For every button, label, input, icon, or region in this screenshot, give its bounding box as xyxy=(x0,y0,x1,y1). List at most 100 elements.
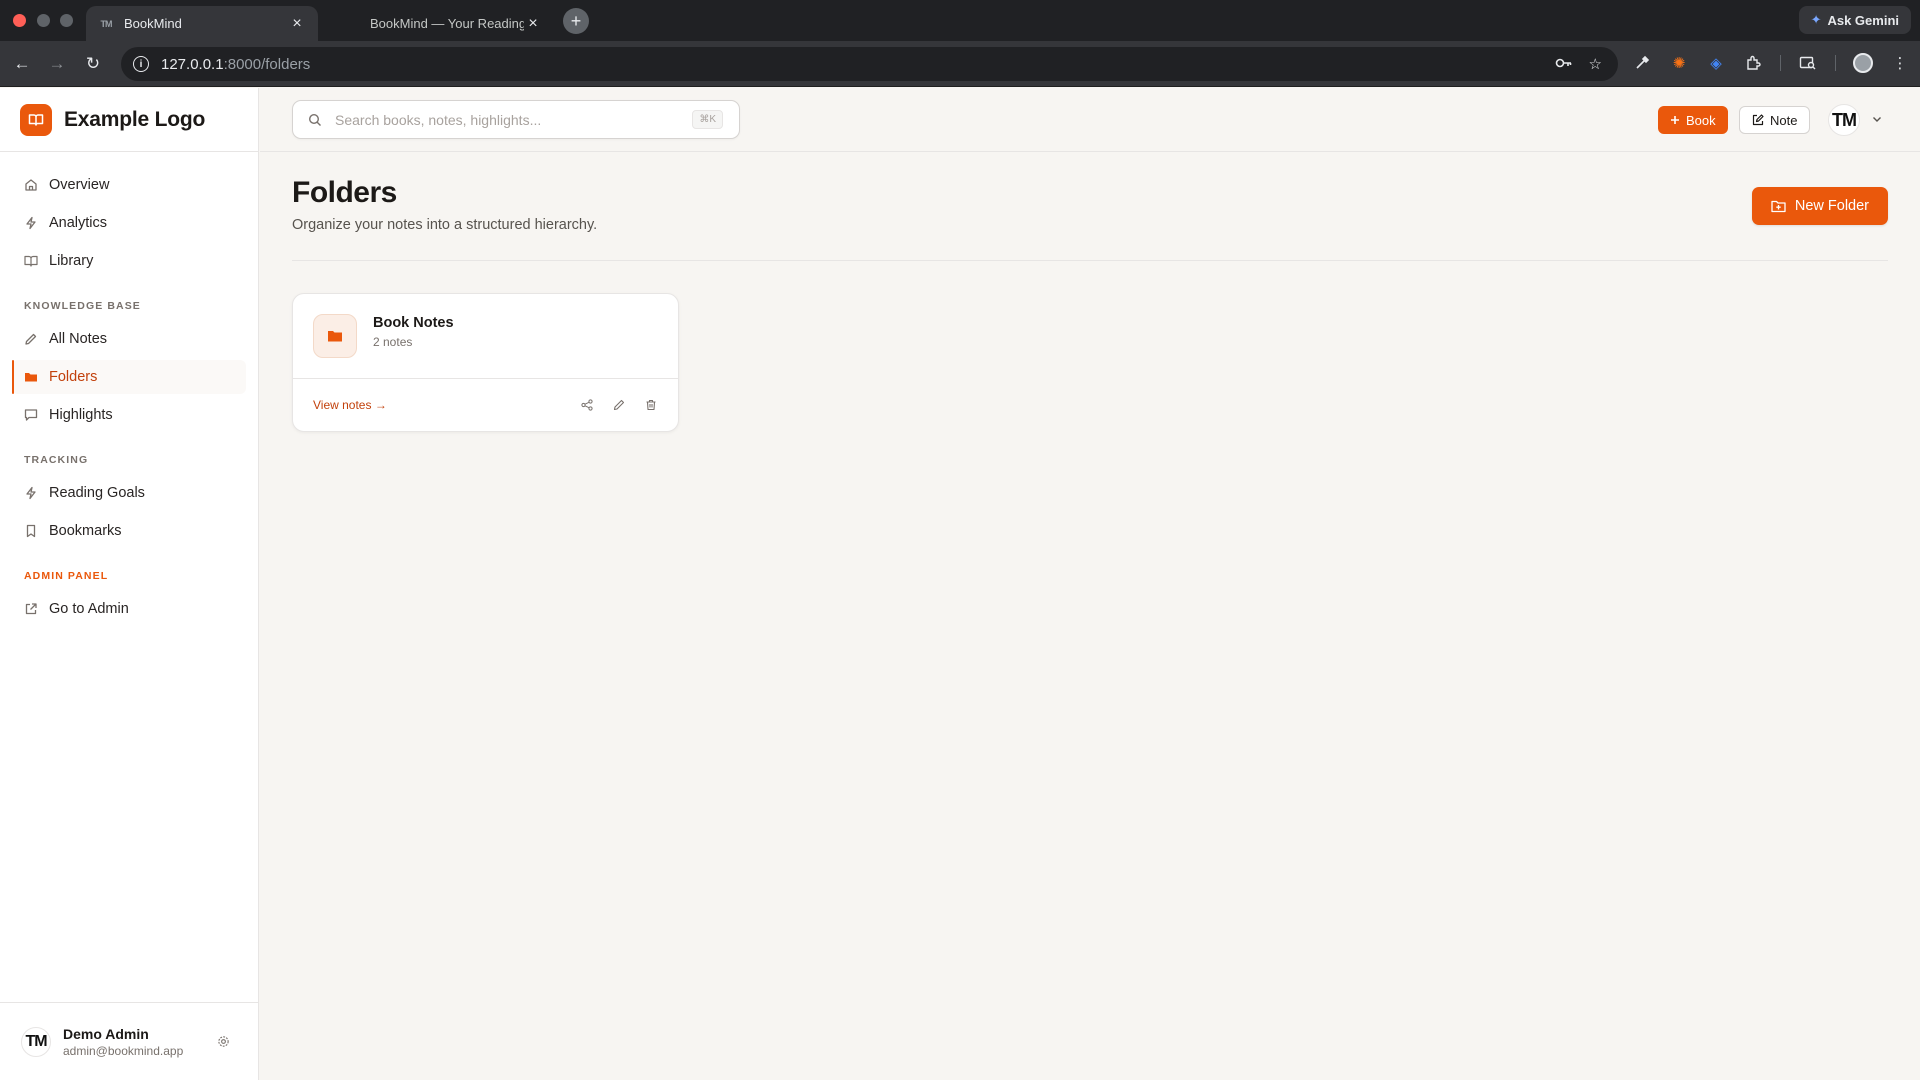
user-profile: TM Demo Admin admin@bookmind.app xyxy=(0,1002,259,1080)
folder-icon xyxy=(313,314,357,358)
tab-title: BookMind xyxy=(124,16,182,31)
add-note-button[interactable]: Note xyxy=(1739,106,1811,134)
sidebar-item-label: Analytics xyxy=(49,215,108,231)
ask-gemini-label: Ask Gemini xyxy=(1827,12,1899,28)
view-notes-link[interactable]: View notes → xyxy=(313,398,580,412)
folder-note-count: 2 notes xyxy=(373,335,413,349)
sidebar-item-library[interactable]: Library xyxy=(12,244,246,278)
page-title: Folders xyxy=(292,176,397,209)
app-topbar: ⌘K Book Note TM xyxy=(260,88,1920,152)
home-icon xyxy=(24,178,38,192)
sidebar-item-label: Reading Goals xyxy=(49,485,145,501)
sidebar-item-highlights[interactable]: Highlights xyxy=(12,398,246,432)
sidebar-item-label: Bookmarks xyxy=(49,523,122,539)
eyedropper-extension-icon[interactable] xyxy=(1632,53,1652,73)
user-meta: Demo Admin admin@bookmind.app xyxy=(63,1026,215,1058)
sidebar-item-overview[interactable]: Overview xyxy=(12,168,246,202)
bolt-icon xyxy=(24,486,38,500)
browser-tab-bar: TM BookMind × BookMind — Your Reading Li… xyxy=(0,0,1920,41)
trash-icon[interactable] xyxy=(644,398,658,412)
book-open-icon xyxy=(24,254,38,268)
share-icon[interactable] xyxy=(580,398,594,412)
folder-plus-icon xyxy=(1771,200,1786,213)
back-arrow-icon[interactable]: ← xyxy=(12,54,32,74)
pencil-icon xyxy=(24,332,38,346)
key-icon[interactable] xyxy=(1555,55,1573,73)
section-admin-panel: ADMIN PANEL xyxy=(24,570,109,582)
folder-icon xyxy=(24,370,38,384)
sidebar-item-all-notes[interactable]: All Notes xyxy=(12,322,246,356)
sidebar-item-reading-goals[interactable]: Reading Goals xyxy=(12,476,246,510)
gear-icon[interactable] xyxy=(215,1034,231,1050)
profile-avatar-icon[interactable] xyxy=(1853,53,1873,73)
sidebar-item-bookmarks[interactable]: Bookmarks xyxy=(12,514,246,548)
window-close-button[interactable] xyxy=(13,14,26,27)
reload-icon[interactable]: ↻ xyxy=(83,54,103,74)
gemini-sparkle-icon: ✦ xyxy=(1810,12,1822,27)
add-book-button[interactable]: Book xyxy=(1658,106,1728,134)
sidebar-item-analytics[interactable]: Analytics xyxy=(12,206,246,240)
user-email: admin@bookmind.app xyxy=(63,1043,184,1058)
window-minimize-button[interactable] xyxy=(37,14,50,27)
forward-arrow-icon[interactable]: → xyxy=(47,54,67,74)
folder-actions xyxy=(580,398,658,412)
new-tab-button[interactable]: + xyxy=(563,8,589,34)
external-link-icon xyxy=(24,602,38,616)
search-input[interactable] xyxy=(335,111,675,128)
extensions-row: ✺ ◈ ⋮ xyxy=(1632,53,1910,73)
section-knowledge-base: KNOWLEDGE BASE xyxy=(24,300,141,312)
sidebar-item-label: All Notes xyxy=(49,331,108,347)
sidebar-item-go-to-admin[interactable]: Go to Admin xyxy=(12,592,246,626)
window-maximize-button[interactable] xyxy=(60,14,73,27)
tag-extension-icon[interactable]: ◈ xyxy=(1706,53,1726,73)
new-folder-label: New Folder xyxy=(1794,198,1869,214)
browser-tab-active[interactable]: TM BookMind × xyxy=(86,6,318,41)
browser-tab-inactive[interactable]: BookMind — Your Reading Lif × xyxy=(332,6,554,41)
bookmark-star-icon[interactable]: ☆ xyxy=(1589,55,1602,73)
toolbar-divider xyxy=(1780,55,1781,71)
sidebar-item-label: Overview xyxy=(49,177,110,193)
bookmark-icon xyxy=(24,524,38,538)
sidebar-item-folders[interactable]: Folders xyxy=(12,360,246,394)
page-subtitle: Organize your notes into a structured hi… xyxy=(292,217,598,233)
user-name: Demo Admin xyxy=(63,1025,149,1042)
folder-card-footer: View notes → xyxy=(293,379,678,431)
ask-gemini-button[interactable]: ✦ Ask Gemini xyxy=(1798,6,1911,34)
folder-card[interactable]: Book Notes 2 notes View notes → xyxy=(292,293,679,432)
bolt-icon xyxy=(24,216,38,230)
sidebar-item-label: Go to Admin xyxy=(49,601,129,617)
tab-close-icon[interactable]: × xyxy=(524,15,542,33)
url-host: 127.0.0.1 xyxy=(161,55,224,73)
avatar[interactable]: TM xyxy=(21,1026,51,1057)
site-info-icon[interactable]: i xyxy=(133,56,149,72)
extensions-puzzle-icon[interactable] xyxy=(1743,53,1763,73)
edit-note-icon xyxy=(1752,114,1764,126)
sidebar-nav: Overview Analytics Library KNOWLEDGE BAS… xyxy=(0,152,258,626)
browser-toolbar: ← → ↻ i 127.0.0.1 :8000/folders ☆ ✺ ◈ ⋮ xyxy=(0,41,1920,87)
add-book-label: Book xyxy=(1686,112,1716,128)
folder-name: Book Notes xyxy=(373,315,454,331)
tab-favicon-icon: TM xyxy=(100,18,113,29)
url-path: :8000/folders xyxy=(223,55,311,73)
sidebar-item-label: Highlights xyxy=(49,407,113,423)
add-note-label: Note xyxy=(1770,112,1798,128)
edit-pencil-icon[interactable] xyxy=(612,398,626,412)
brand[interactable]: Example Logo xyxy=(0,88,258,152)
tab-close-icon[interactable]: × xyxy=(288,15,306,33)
chevron-down-icon[interactable] xyxy=(1870,112,1884,126)
message-icon xyxy=(24,408,38,422)
user-avatar[interactable]: TM xyxy=(1828,104,1860,136)
new-folder-button[interactable]: New Folder xyxy=(1751,187,1888,225)
sidebar-item-label: Library xyxy=(49,253,94,269)
toolbar-divider xyxy=(1835,55,1836,71)
address-bar[interactable]: i 127.0.0.1 :8000/folders ☆ xyxy=(121,47,1618,81)
browser-menu-icon[interactable]: ⋮ xyxy=(1890,53,1910,73)
sidebar: Example Logo Overview Analytics Library … xyxy=(0,88,259,1080)
search-box[interactable]: ⌘K xyxy=(292,100,740,139)
claude-extension-icon[interactable]: ✺ xyxy=(1669,53,1689,73)
tab-favicon-icon xyxy=(344,16,360,32)
reading-list-icon[interactable] xyxy=(1798,53,1818,73)
logo-book-icon xyxy=(20,103,52,136)
search-icon xyxy=(307,112,323,128)
sidebar-item-label: Folders xyxy=(49,369,98,385)
